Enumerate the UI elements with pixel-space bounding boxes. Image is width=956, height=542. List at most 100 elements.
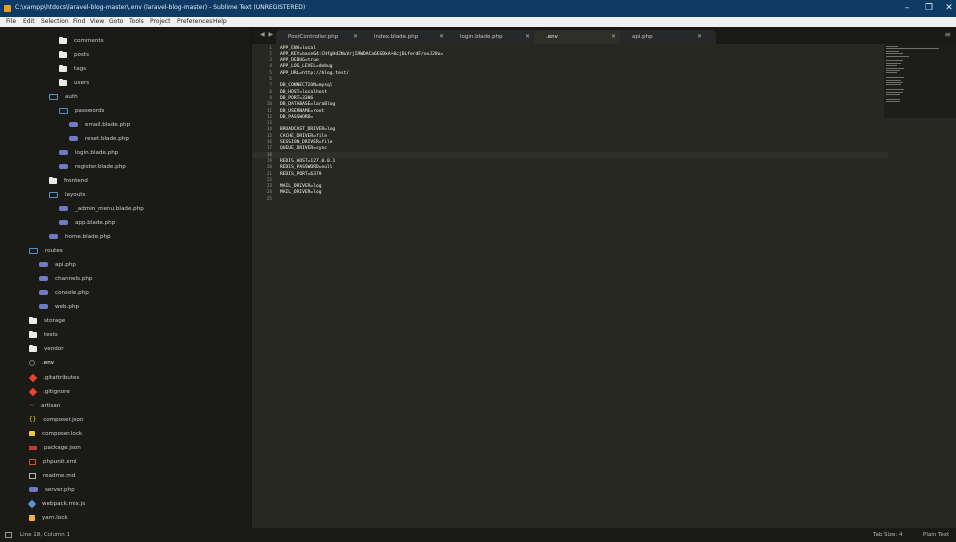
menu-file[interactable]: File	[6, 18, 16, 25]
tab-postcontroller[interactable]: PostController.php ✕	[276, 30, 372, 44]
sidebar-item-routes[interactable]: routes	[29, 244, 63, 257]
code-line[interactable]: SESSION_DRIVER=file	[280, 140, 333, 145]
sidebar: comments posts tags users auth passwords…	[0, 27, 251, 528]
sidebar-item-frontend[interactable]: frontend	[49, 174, 88, 187]
close-button[interactable]: ✕	[940, 2, 956, 14]
code-line[interactable]: DB_USERNAME=root	[280, 109, 324, 114]
menu-project[interactable]: Project	[150, 18, 171, 25]
menu-view[interactable]: View	[90, 18, 104, 25]
minimize-button[interactable]: –	[898, 2, 916, 14]
code-line[interactable]: CACHE_DRIVER=file	[280, 134, 327, 139]
tab-nav-arrows-icon[interactable]: ◀ ▶	[260, 31, 274, 38]
maximize-button[interactable]: ❐	[920, 2, 938, 14]
php-file-icon	[39, 304, 48, 309]
close-icon[interactable]: ✕	[353, 33, 358, 40]
sidebar-item-yarn-lock[interactable]: yarn.lock	[29, 511, 68, 524]
sidebar-item-label: .gitattributes	[43, 374, 80, 381]
menu-goto[interactable]: Goto	[109, 18, 123, 25]
sidebar-item-vendor[interactable]: vendor	[29, 342, 64, 355]
sidebar-item-channels-php[interactable]: channels.php	[39, 272, 92, 285]
sidebar-item-gitattributes[interactable]: .gitattributes	[28, 371, 80, 384]
syntax-selector[interactable]: Plain Text	[923, 532, 949, 538]
sidebar-item-package-json[interactable]: package.json	[29, 441, 81, 454]
sidebar-item-console-php[interactable]: console.php	[39, 286, 89, 299]
sidebar-item-artisan[interactable]: ~ artisan	[29, 399, 60, 412]
sidebar-item-api-php[interactable]: api.php	[39, 258, 76, 271]
line-number: 6	[269, 77, 272, 82]
tab-size-selector[interactable]: Tab Size: 4	[873, 532, 902, 538]
tab-api-php[interactable]: api.php ✕	[620, 30, 716, 44]
sidebar-item-users[interactable]: users	[59, 76, 89, 89]
code-editor[interactable]: 1 APP_ENV=local 2 APP_KEY=base64:CHfgHd2NuV…	[252, 44, 956, 528]
sidebar-item-email-blade[interactable]: email.blade.php	[69, 118, 130, 131]
tab-login-blade[interactable]: login.blade.php ✕	[448, 30, 544, 44]
code-line[interactable]: DB_CONNECTION=mysql	[280, 83, 333, 88]
sidebar-item-posts[interactable]: posts	[59, 48, 89, 61]
sidebar-item-readme[interactable]: readme.md	[29, 469, 75, 482]
sidebar-item-tags[interactable]: tags	[59, 62, 86, 75]
close-icon[interactable]: ✕	[525, 33, 530, 40]
panel-toggle-icon[interactable]	[5, 532, 12, 538]
line-number: 2	[269, 51, 272, 57]
sidebar-item-storage[interactable]: storage	[29, 314, 65, 327]
code-line[interactable]: REDIS_HOST=127.0.0.1	[280, 159, 335, 164]
code-line[interactable]: APP_KEY=base64:CHfgHd2NuVrjIRWDACa6EGDkA…	[280, 52, 443, 57]
json-icon: {}	[29, 415, 37, 423]
menu-tools[interactable]: Tools	[129, 18, 144, 25]
menu-help[interactable]: Help	[213, 18, 227, 25]
sidebar-item-app-blade[interactable]: app.blade.php	[59, 216, 115, 229]
sidebar-item-layouts[interactable]: layouts	[49, 188, 85, 201]
cursor-position[interactable]: Line 18, Column 1	[20, 532, 70, 538]
sidebar-item-env[interactable]: .env	[29, 356, 54, 369]
markdown-icon	[29, 472, 36, 479]
menu-edit[interactable]: Edit	[23, 18, 35, 25]
sidebar-item-gitignore[interactable]: .gitignore	[28, 385, 70, 398]
code-line[interactable]: APP_URL=http://blog.test/	[280, 71, 349, 76]
sidebar-item-login-blade[interactable]: login.blade.php	[59, 146, 118, 159]
code-line[interactable]: APP_DEBUG=true	[280, 58, 319, 63]
sidebar-item-register-blade[interactable]: register.blade.php	[59, 160, 126, 173]
sidebar-item-web-php[interactable]: web.php	[39, 300, 79, 313]
menu-find[interactable]: Find	[73, 18, 85, 25]
close-icon[interactable]: ✕	[697, 33, 702, 40]
sidebar-item-reset-blade[interactable]: reset.blade.php	[69, 132, 129, 145]
sidebar-item-home-blade[interactable]: home.blade.php	[49, 230, 111, 243]
sidebar-item-webpack-mix[interactable]: webpack.mix.js	[27, 497, 85, 510]
menu-preferences[interactable]: Preferences	[177, 18, 212, 25]
sidebar-item-admin-menu-blade[interactable]: _admin_menu.blade.php	[59, 202, 144, 215]
sidebar-item-auth[interactable]: auth	[49, 90, 78, 103]
tab-label: login.blade.php	[460, 34, 503, 40]
code-line[interactable]: MAIL_DRIVER=log	[280, 190, 322, 195]
minimap[interactable]	[884, 44, 956, 118]
code-line[interactable]: APP_LOG_LEVEL=debug	[280, 64, 333, 69]
sidebar-item-tests[interactable]: tests	[29, 328, 58, 341]
php-file-icon	[39, 262, 48, 267]
code-line[interactable]: QUEUE_DRIVER=sync	[280, 146, 327, 151]
code-line[interactable]: DB_PASSWORD=	[280, 115, 313, 120]
sidebar-item-phpunit-xml[interactable]: phpunit.xml	[29, 455, 77, 468]
sidebar-item-label: artisan	[41, 402, 61, 409]
tab-env[interactable]: .env ✕	[534, 30, 630, 44]
close-icon[interactable]: ✕	[611, 33, 616, 40]
sidebar-item-passwords[interactable]: passwords	[59, 104, 104, 117]
code-line[interactable]: APP_ENV=local	[280, 46, 316, 51]
close-icon[interactable]: ✕	[439, 33, 444, 40]
code-line[interactable]: DB_PORT=3306	[280, 96, 313, 101]
sidebar-item-composer-lock[interactable]: composer.lock	[29, 427, 82, 440]
hamburger-menu-icon[interactable]: ≡	[944, 31, 951, 39]
code-line[interactable]: REDIS_PORT=6379	[280, 172, 322, 177]
code-line[interactable]: BROADCAST_DRIVER=log	[280, 127, 335, 132]
tab-index-blade[interactable]: index.blade.php ✕	[362, 30, 458, 44]
sidebar-item-comments[interactable]: comments	[59, 34, 104, 47]
blade-file-icon	[49, 234, 58, 239]
menu-selection[interactable]: Selection	[41, 18, 69, 25]
code-line[interactable]: REDIS_PASSWORD=null	[280, 165, 333, 170]
sidebar-item-composer-json[interactable]: {} composer.json	[29, 413, 84, 426]
minimap-line	[886, 46, 898, 47]
code-line[interactable]: DB_HOST=localhost	[280, 90, 327, 95]
minimap-line	[886, 53, 904, 55]
code-line[interactable]: MAIL_DRIVER=log	[280, 184, 322, 189]
sidebar-item-server-php[interactable]: server.php	[29, 483, 75, 496]
code-line[interactable]: DB_DATABASE=laraBlog	[280, 102, 335, 107]
title-bar: C:\xampp\htdocs\laravel-blog-master\.env…	[0, 0, 956, 17]
